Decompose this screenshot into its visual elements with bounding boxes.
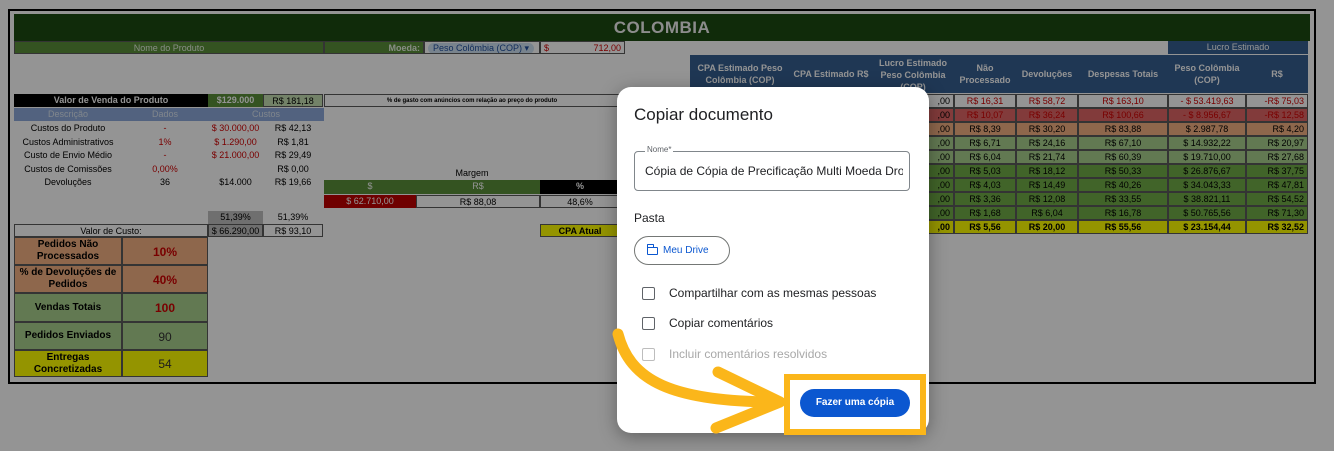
folder-button[interactable]: Meu Drive bbox=[634, 236, 730, 265]
name-label-text: Nome bbox=[647, 145, 669, 154]
name-input[interactable]: Cópia de Cópia de Precificação Multi Moe… bbox=[645, 164, 903, 178]
name-field-label: Nome* bbox=[645, 145, 674, 154]
name-field[interactable]: Nome* Cópia de Cópia de Precificação Mul… bbox=[634, 145, 910, 191]
option-copy-comments-label: Copiar comentários bbox=[669, 316, 774, 330]
option-include-resolved-label: Incluir comentários resolvidos bbox=[669, 347, 828, 361]
folder-button-label: Meu Drive bbox=[663, 245, 709, 256]
option-share-label: Compartilhar com as mesmas pessoas bbox=[669, 286, 877, 300]
required-marker: * bbox=[668, 145, 672, 154]
make-copy-button[interactable]: Fazer uma cópia bbox=[800, 389, 910, 417]
cancel-button[interactable]: Cancelar bbox=[743, 396, 787, 408]
copy-document-dialog: Copiar documento Nome* Cópia de Cópia de… bbox=[617, 87, 929, 433]
option-copy-comments[interactable]: Copiar comentários bbox=[642, 316, 773, 330]
folder-label: Pasta bbox=[634, 211, 665, 225]
checkbox-include-resolved bbox=[642, 347, 655, 361]
folder-icon bbox=[647, 243, 658, 255]
checkbox-copy-comments[interactable] bbox=[642, 316, 655, 330]
checkbox-share[interactable] bbox=[642, 286, 655, 300]
option-share-same-people[interactable]: Compartilhar com as mesmas pessoas bbox=[642, 286, 876, 300]
dialog-title: Copiar documento bbox=[634, 105, 773, 124]
option-include-resolved: Incluir comentários resolvidos bbox=[642, 347, 827, 361]
